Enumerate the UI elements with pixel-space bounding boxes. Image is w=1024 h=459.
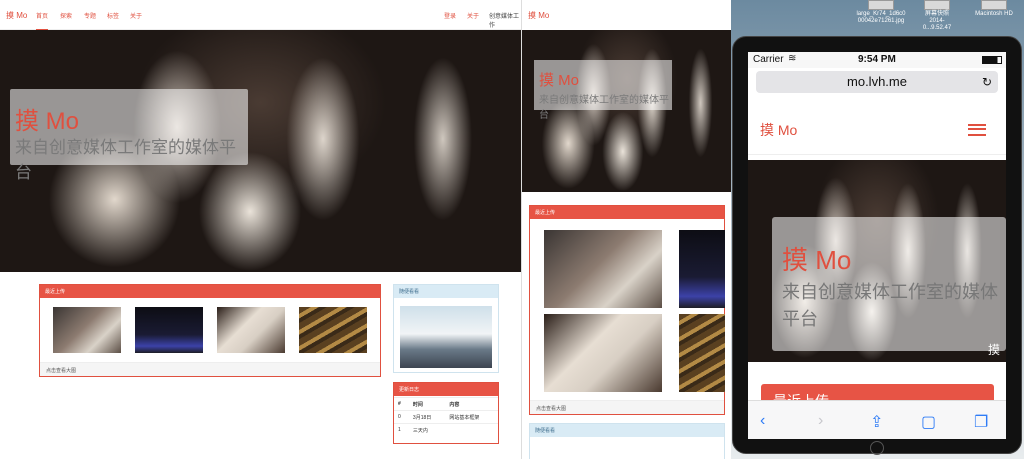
hero-subtitle: 来自创意媒体工作室的媒体平台 bbox=[539, 95, 669, 121]
back-icon[interactable]: ‹ bbox=[760, 412, 765, 430]
tabs-icon[interactable]: ❐ bbox=[974, 412, 988, 432]
hero-image: 摸 Mo 来自创意媒体工作室的媒体平台 bbox=[522, 30, 732, 192]
panel-heading: 更新日志 bbox=[394, 383, 498, 396]
url-text: mo.lvh.me bbox=[847, 74, 907, 89]
hero-title: 摸 Mo bbox=[782, 245, 852, 275]
panel-heading: 随便看看 bbox=[530, 424, 724, 437]
hero-image: 摸 Mo 来自创意媒体工作室的媒体平台 bbox=[0, 30, 521, 272]
site-brand[interactable]: 摸 Mo bbox=[760, 120, 797, 140]
wifi-icon: ≋ bbox=[788, 53, 797, 64]
nav-home[interactable]: 首页 bbox=[36, 11, 49, 30]
panel-heading: 随便看看 bbox=[394, 285, 498, 298]
cell: 网站基本框架 bbox=[445, 410, 498, 424]
top-navbar: 摸 Mo 首页 探索 专题 标签 关于 登录 关于 创意媒体工作 bbox=[0, 0, 521, 30]
hero-caption: 摸 Mo 来自创意媒体工作室的媒体平台 bbox=[10, 89, 248, 182]
file-name-ext: 2014-0...9.52.47 bbox=[922, 18, 952, 31]
table-row: 0 3月18日 网站基本框架 bbox=[394, 410, 498, 424]
site-navbar: 摸 Mo bbox=[748, 104, 1006, 155]
file-name: 屏幕快照 bbox=[924, 11, 949, 17]
panel-heading: 最近上传 bbox=[40, 285, 380, 298]
changelog-table: # 时间 内容 0 3月18日 网站基本框架 1 三天内 bbox=[394, 397, 498, 437]
reload-icon[interactable]: ↻ bbox=[982, 71, 992, 93]
file-name-ext: 00042e71261.jpg bbox=[857, 18, 905, 24]
image-file-icon bbox=[924, 0, 950, 10]
watermark-logo: 摸 bbox=[987, 343, 1000, 357]
recent-uploads-panel: 最近上传 点击查看大图 bbox=[529, 205, 725, 415]
address-bar[interactable]: mo.lvh.me ↻ bbox=[756, 71, 998, 93]
cell bbox=[445, 423, 498, 437]
table-row: 1 三天内 bbox=[394, 423, 498, 437]
recent-thumb[interactable] bbox=[679, 230, 725, 308]
col-content: 内容 bbox=[445, 397, 498, 411]
nav-about[interactable]: 关于 bbox=[130, 11, 142, 20]
drive-icon[interactable]: Macintosh HD bbox=[966, 0, 1022, 18]
file-name: large_Kr74_1d6c0 bbox=[856, 11, 906, 17]
file-icon[interactable]: large_Kr74_1d6c0 00042e71261.jpg bbox=[851, 0, 911, 25]
iphone-simulator: Carrier ≋ 9:54 PM mo.lvh.me ↻ 摸 Mo 摸 Mo … bbox=[732, 36, 1022, 455]
tablet-browser-view: 摸 Mo 摸 Mo 来自创意媒体工作室的媒体平台 最近上传 点击查看大图 随便看… bbox=[521, 0, 808, 459]
table-header-row: # 时间 内容 bbox=[394, 397, 498, 411]
recent-thumb[interactable] bbox=[544, 230, 662, 308]
clock: 9:54 PM bbox=[858, 54, 896, 65]
site-brand[interactable]: 摸 Mo bbox=[6, 10, 27, 21]
changelog-panel: 更新日志 # 时间 内容 0 3月18日 网站基本框架 1 三天内 bbox=[393, 382, 499, 444]
random-thumb[interactable] bbox=[400, 306, 492, 368]
drive-name: Macintosh HD bbox=[975, 11, 1013, 17]
recent-thumb[interactable] bbox=[544, 314, 662, 392]
cell: 三天内 bbox=[408, 423, 446, 437]
recent-thumb[interactable] bbox=[53, 307, 121, 353]
recent-thumb[interactable] bbox=[217, 307, 285, 353]
desktop-browser-view: 摸 Mo 首页 探索 专题 标签 关于 登录 关于 创意媒体工作 摸 Mo 来自… bbox=[0, 0, 521, 459]
safari-toolbar: ‹ › ⇪ ▢ ❐ bbox=[748, 400, 1006, 439]
panel-heading: 最近上传 bbox=[530, 206, 724, 219]
hard-drive-icon bbox=[981, 0, 1007, 10]
screenshot-root: 摸 Mo 首页 探索 专题 标签 关于 登录 关于 创意媒体工作 摸 Mo 来自… bbox=[0, 0, 1024, 459]
phone-screen: Carrier ≋ 9:54 PM mo.lvh.me ↻ 摸 Mo 摸 Mo … bbox=[748, 52, 1006, 439]
cell: 1 bbox=[394, 423, 409, 437]
bookmarks-icon[interactable]: ▢ bbox=[921, 412, 936, 432]
cell: 3月18日 bbox=[408, 410, 446, 424]
battery-icon bbox=[982, 56, 1002, 64]
home-button[interactable] bbox=[870, 441, 884, 455]
share-icon[interactable]: ⇪ bbox=[870, 412, 883, 432]
hero-caption: 摸 Mo 来自创意媒体工作室的媒体平台 bbox=[534, 60, 672, 121]
col-time: 时间 bbox=[408, 397, 446, 411]
hero-subtitle: 来自创意媒体工作室的媒体平台 bbox=[15, 138, 236, 182]
site-brand[interactable]: 摸 Mo bbox=[528, 10, 549, 21]
hero-title: 摸 Mo bbox=[15, 108, 80, 135]
recent-thumb[interactable] bbox=[679, 314, 725, 392]
forward-icon[interactable]: › bbox=[818, 412, 823, 430]
nav-about-right[interactable]: 关于 bbox=[467, 11, 479, 20]
nav-studio[interactable]: 创意媒体工作 bbox=[489, 11, 521, 29]
hero-title: 摸 Mo bbox=[539, 72, 580, 89]
nav-tags[interactable]: 标签 bbox=[107, 11, 119, 20]
recent-uploads-panel: 最近上传 点击查看大图 bbox=[39, 284, 381, 377]
top-navbar: 摸 Mo bbox=[522, 0, 808, 30]
random-panel: 随便看看 bbox=[529, 423, 725, 459]
hero-subtitle: 来自创意媒体工作室的媒体平台 bbox=[782, 282, 998, 329]
nav-login[interactable]: 登录 bbox=[444, 11, 456, 20]
random-panel: 随便看看 bbox=[393, 284, 499, 373]
nav-explore[interactable]: 探索 bbox=[60, 11, 72, 20]
cell: 0 bbox=[394, 410, 409, 424]
status-bar: Carrier ≋ 9:54 PM bbox=[748, 52, 1006, 68]
image-file-icon bbox=[868, 0, 894, 10]
panel-footer[interactable]: 点击查看大图 bbox=[40, 362, 380, 376]
file-icon[interactable]: 屏幕快照 2014-0...9.52.47 bbox=[916, 0, 958, 32]
recent-thumb[interactable] bbox=[135, 307, 203, 353]
nav-topics[interactable]: 专题 bbox=[84, 11, 96, 20]
recent-thumb[interactable] bbox=[299, 307, 367, 353]
carrier-label: Carrier bbox=[753, 54, 784, 65]
menu-icon[interactable] bbox=[968, 124, 986, 136]
panel-footer[interactable]: 点击查看大图 bbox=[530, 400, 724, 414]
hero-image: 摸 Mo 来自创意媒体工作室的媒体平台 摸 bbox=[748, 160, 1006, 362]
col-index: # bbox=[394, 397, 409, 411]
hero-caption: 摸 Mo 来自创意媒体工作室的媒体平台 bbox=[772, 217, 1006, 351]
